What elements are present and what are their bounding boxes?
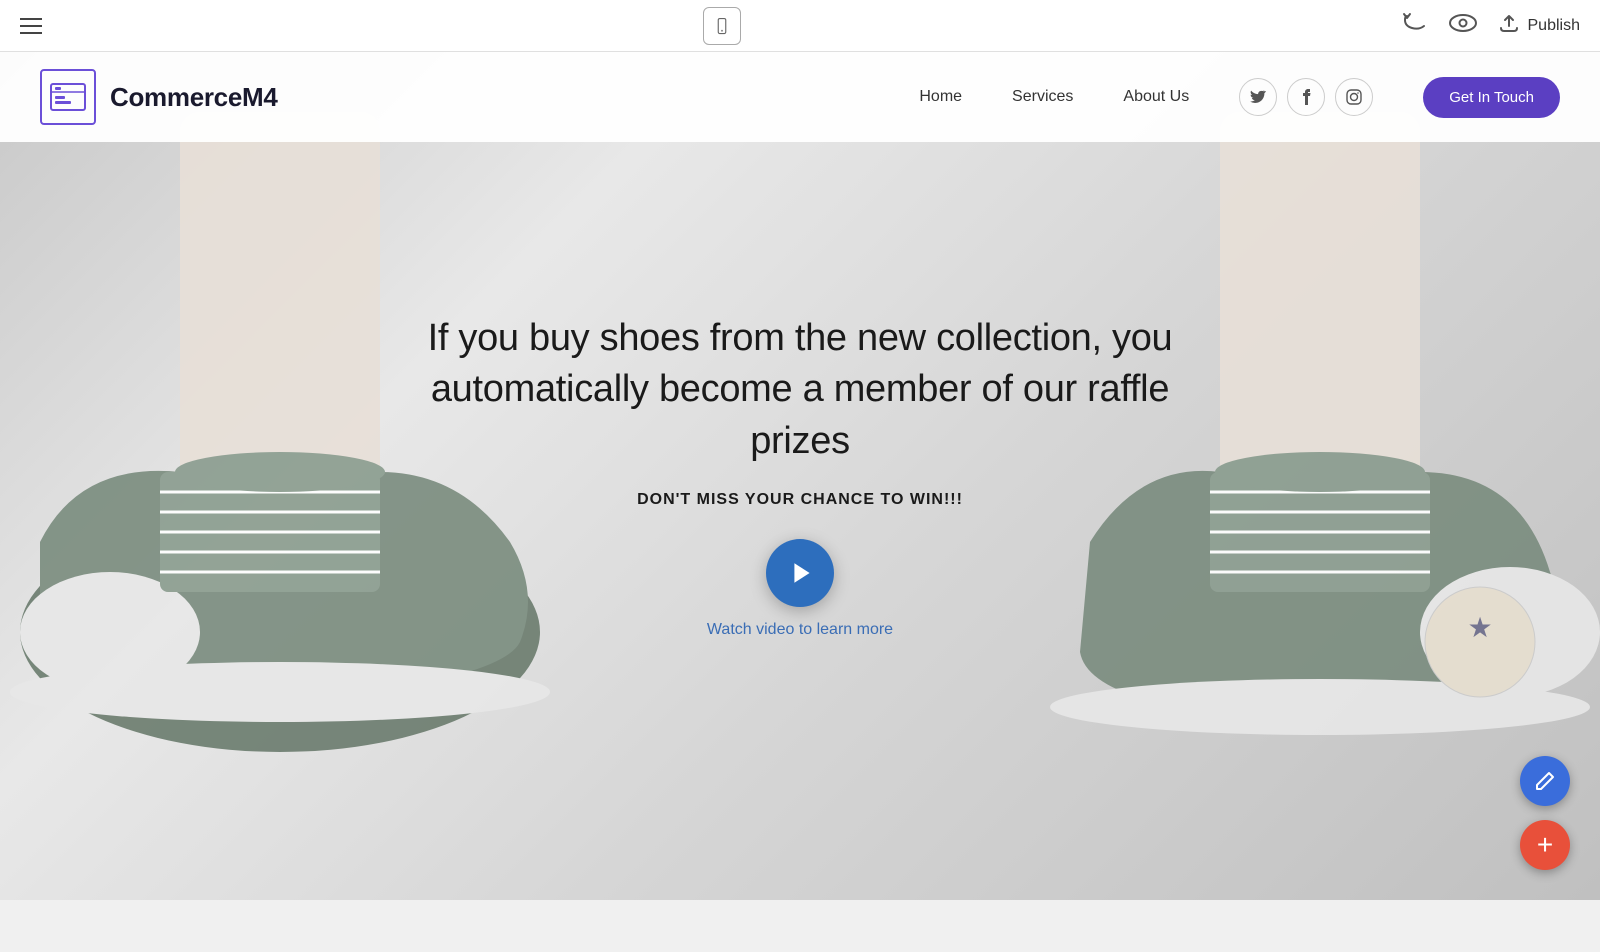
hero-content: If you buy shoes from the new collection… — [400, 313, 1200, 639]
fab-edit-button[interactable] — [1520, 756, 1570, 806]
nav-links: Home Services About Us — [919, 88, 1189, 106]
upload-icon — [1498, 13, 1520, 39]
nav-home[interactable]: Home — [919, 88, 962, 106]
fab-container: + — [1520, 756, 1570, 870]
play-video-button[interactable] — [766, 539, 834, 607]
facebook-icon[interactable] — [1287, 78, 1325, 116]
site-title: CommerceM4 — [110, 82, 278, 113]
svg-text:★: ★ — [1467, 612, 1492, 643]
site-nav: Home Services About Us — [919, 77, 1560, 118]
mobile-preview-button[interactable] — [703, 7, 741, 45]
get-in-touch-button[interactable]: Get In Touch — [1423, 77, 1560, 118]
toolbar-center — [703, 7, 741, 45]
twitter-icon[interactable] — [1239, 78, 1277, 116]
editor-toolbar: Publish — [0, 0, 1600, 52]
logo-icon — [40, 69, 96, 125]
nav-about[interactable]: About Us — [1123, 88, 1189, 106]
hero-subtext: DON'T MISS YOUR CHANCE TO WIN!!! — [400, 491, 1200, 509]
publish-button[interactable]: Publish — [1498, 13, 1580, 39]
nav-home-link[interactable]: Home — [919, 88, 962, 105]
publish-label: Publish — [1528, 17, 1580, 35]
logo-area: CommerceM4 — [40, 69, 278, 125]
nav-services-link[interactable]: Services — [1012, 88, 1073, 105]
nav-services[interactable]: Services — [1012, 88, 1073, 106]
toolbar-right: Publish — [1402, 12, 1580, 40]
undo-icon[interactable] — [1402, 12, 1428, 40]
hero-section: ★ CommerceM4 — [0, 52, 1600, 900]
hero-main-text: If you buy shoes from the new collection… — [400, 313, 1200, 467]
toolbar-left — [20, 18, 42, 34]
social-icons — [1239, 78, 1373, 116]
nav-about-link[interactable]: About Us — [1123, 88, 1189, 105]
menu-icon[interactable] — [20, 18, 42, 34]
site-header: CommerceM4 Home Services About Us — [0, 52, 1600, 142]
preview-eye-icon[interactable] — [1448, 12, 1478, 39]
watch-video-link[interactable]: Watch video to learn more — [707, 621, 893, 639]
instagram-icon[interactable] — [1335, 78, 1373, 116]
video-play-wrapper: Watch video to learn more — [400, 539, 1200, 639]
website-frame: ★ CommerceM4 — [0, 52, 1600, 900]
fab-add-button[interactable]: + — [1520, 820, 1570, 870]
